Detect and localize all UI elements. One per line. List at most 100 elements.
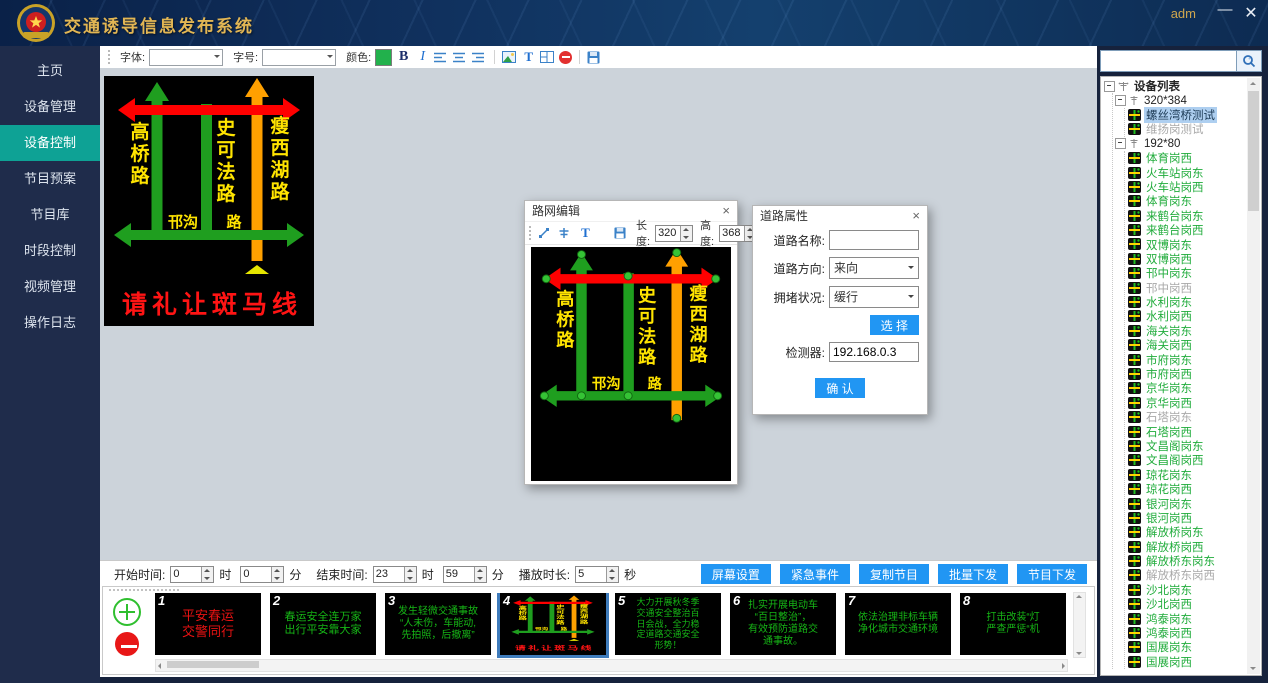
tree-item-1-2[interactable]: 火车站岗西 bbox=[1128, 180, 1246, 194]
tree-item-1-28[interactable]: 解放桥东岗东 bbox=[1128, 554, 1246, 568]
program-thumb-1[interactable]: 1平安春运交警同行 bbox=[155, 593, 261, 655]
length-spinner[interactable]: 320 bbox=[655, 225, 693, 242]
action-button-2[interactable]: 复制节目 bbox=[859, 564, 929, 584]
program-thumb-4[interactable]: 4请礼让斑马线高桥路史可法路瘦西湖路邗沟路 bbox=[500, 593, 606, 655]
tree-item-1-16[interactable]: 京华岗东 bbox=[1128, 381, 1246, 395]
tree-item-1-33[interactable]: 鸿泰岗西 bbox=[1128, 626, 1246, 640]
tree-item-1-0[interactable]: 体育岗西 bbox=[1128, 151, 1246, 165]
design-canvas[interactable]: 请礼让斑马线高桥路史可法路瘦西湖路邗沟路 路网编辑 × T 长度: 320 高度… bbox=[100, 68, 1097, 560]
spin-up-icon[interactable] bbox=[272, 567, 283, 575]
expander-icon[interactable] bbox=[1115, 95, 1126, 106]
save-tool-icon[interactable] bbox=[614, 227, 629, 239]
sidebar-item-5[interactable]: 时段控制 bbox=[0, 233, 100, 269]
add-program-button[interactable] bbox=[113, 598, 141, 626]
spin-up-icon[interactable] bbox=[607, 567, 618, 575]
tree-item-1-1[interactable]: 火车站岗东 bbox=[1128, 165, 1246, 179]
sidebar-item-3[interactable]: 节目预案 bbox=[0, 161, 100, 197]
tree-item-1-26[interactable]: 解放桥岗东 bbox=[1128, 525, 1246, 539]
dialog-titlebar[interactable]: 道路属性 × bbox=[753, 206, 927, 226]
tree-item-1-13[interactable]: 海关岗西 bbox=[1128, 338, 1246, 352]
search-button[interactable] bbox=[1237, 50, 1262, 72]
tree-item-0-1[interactable]: 维扬岗测试 bbox=[1128, 122, 1246, 136]
select-button[interactable]: 选 择 bbox=[870, 315, 919, 335]
tree-item-1-21[interactable]: 文昌阁岗西 bbox=[1128, 453, 1246, 467]
text-tool-icon[interactable]: T bbox=[578, 224, 593, 242]
close-icon[interactable]: ✕ bbox=[1242, 3, 1260, 23]
time-spinner[interactable]: 5 bbox=[575, 566, 619, 583]
action-button-1[interactable]: 紧急事件 bbox=[780, 564, 850, 584]
align-right-icon[interactable] bbox=[472, 52, 487, 63]
align-center-icon[interactable] bbox=[453, 52, 468, 63]
tree-item-1-20[interactable]: 文昌阁岗东 bbox=[1128, 439, 1246, 453]
sidebar-item-4[interactable]: 节目库 bbox=[0, 197, 100, 233]
detector-input[interactable] bbox=[829, 342, 919, 362]
text-tool-icon[interactable]: T bbox=[521, 48, 536, 66]
spin-up-icon[interactable] bbox=[202, 567, 213, 575]
bold-icon[interactable]: B bbox=[396, 48, 411, 66]
spin-up-icon[interactable] bbox=[405, 567, 416, 575]
tree-item-1-32[interactable]: 鸿泰岗东 bbox=[1128, 611, 1246, 625]
tree-item-1-29[interactable]: 解放桥东岗西 bbox=[1128, 568, 1246, 582]
font-select[interactable] bbox=[149, 49, 223, 66]
minimize-icon[interactable]: — bbox=[1216, 1, 1234, 18]
tree-item-1-15[interactable]: 市府岗西 bbox=[1128, 367, 1246, 381]
road-network-canvas[interactable]: 高桥路史可法路瘦西湖路邗沟路 bbox=[531, 247, 731, 481]
remove-program-button[interactable] bbox=[115, 632, 139, 656]
spin-up-icon[interactable] bbox=[475, 567, 486, 575]
tree-item-1-31[interactable]: 沙北岗西 bbox=[1128, 597, 1246, 611]
sidebar-item-1[interactable]: 设备管理 bbox=[0, 89, 100, 125]
time-spinner[interactable]: 23 bbox=[373, 566, 417, 583]
tree-item-1-5[interactable]: 来鹤台岗西 bbox=[1128, 223, 1246, 237]
confirm-button[interactable]: 确 认 bbox=[815, 378, 864, 398]
vertical-scrollbar[interactable] bbox=[1073, 592, 1086, 658]
tree-root[interactable]: 设备列表 bbox=[1103, 79, 1246, 93]
tree-item-1-8[interactable]: 邗中岗东 bbox=[1128, 266, 1246, 280]
close-icon[interactable]: × bbox=[722, 201, 730, 221]
image-icon[interactable] bbox=[502, 51, 517, 63]
size-select[interactable] bbox=[262, 49, 336, 66]
align-left-icon[interactable] bbox=[434, 52, 449, 63]
program-thumb-2[interactable]: 2春运安全连万家出行平安靠大家 bbox=[270, 593, 376, 655]
sign-preview[interactable]: 请礼让斑马线高桥路史可法路瘦西湖路邗沟路 bbox=[104, 76, 314, 326]
tree-item-1-6[interactable]: 双博岗东 bbox=[1128, 237, 1246, 251]
spin-down-icon[interactable] bbox=[475, 574, 486, 582]
device-search-input[interactable] bbox=[1100, 50, 1237, 72]
sidebar-item-2[interactable]: 设备控制 bbox=[0, 125, 100, 161]
tree-item-1-17[interactable]: 京华岗西 bbox=[1128, 396, 1246, 410]
tree-item-1-27[interactable]: 解放桥岗西 bbox=[1128, 540, 1246, 554]
expander-icon[interactable] bbox=[1115, 138, 1126, 149]
line-tool-icon[interactable] bbox=[538, 227, 553, 239]
scrollbar-thumb[interactable] bbox=[1248, 91, 1259, 211]
tree-item-1-25[interactable]: 银河岗西 bbox=[1128, 511, 1246, 525]
italic-icon[interactable]: I bbox=[415, 48, 430, 66]
program-thumb-3[interactable]: 3发生轻微交通事故“人未伤，车能动,先拍照，后撤离” bbox=[385, 593, 491, 655]
tree-item-0-0[interactable]: 螺丝湾桥测试 bbox=[1128, 108, 1246, 122]
congestion-select[interactable]: 缓行 bbox=[829, 286, 919, 308]
scrollbar-thumb[interactable] bbox=[167, 661, 259, 668]
spin-down-icon[interactable] bbox=[607, 574, 618, 582]
tree-item-1-7[interactable]: 双博岗西 bbox=[1128, 252, 1246, 266]
sidebar-item-7[interactable]: 操作日志 bbox=[0, 305, 100, 341]
horizontal-scrollbar[interactable] bbox=[155, 659, 1068, 672]
tree-item-1-14[interactable]: 市府岗东 bbox=[1128, 352, 1246, 366]
spin-down-icon[interactable] bbox=[681, 233, 692, 241]
program-thumb-8[interactable]: 8打击改装“灯严查严惩“机 bbox=[960, 593, 1066, 655]
road-name-input[interactable] bbox=[829, 230, 919, 250]
expander-icon[interactable] bbox=[1104, 81, 1115, 92]
tree-item-1-4[interactable]: 来鹤台岗东 bbox=[1128, 209, 1246, 223]
save-icon[interactable] bbox=[587, 51, 602, 64]
action-button-4[interactable]: 节目下发 bbox=[1017, 564, 1087, 584]
screen-layout-icon[interactable] bbox=[540, 51, 555, 63]
time-spinner[interactable]: 0 bbox=[170, 566, 214, 583]
close-icon[interactable]: × bbox=[912, 206, 920, 226]
tree-item-1-19[interactable]: 石塔岗西 bbox=[1128, 424, 1246, 438]
action-button-0[interactable]: 屏幕设置 bbox=[701, 564, 771, 584]
delete-icon[interactable] bbox=[559, 51, 572, 64]
tree-item-1-11[interactable]: 水利岗西 bbox=[1128, 309, 1246, 323]
tree-item-1-9[interactable]: 邗中岗西 bbox=[1128, 280, 1246, 294]
spin-down-icon[interactable] bbox=[405, 574, 416, 582]
program-thumb-6[interactable]: 6扎实开展电动车“百日整治”，有效预防道路交通事故。 bbox=[730, 593, 836, 655]
sidebar-item-6[interactable]: 视频管理 bbox=[0, 269, 100, 305]
spin-down-icon[interactable] bbox=[272, 574, 283, 582]
spin-down-icon[interactable] bbox=[202, 574, 213, 582]
